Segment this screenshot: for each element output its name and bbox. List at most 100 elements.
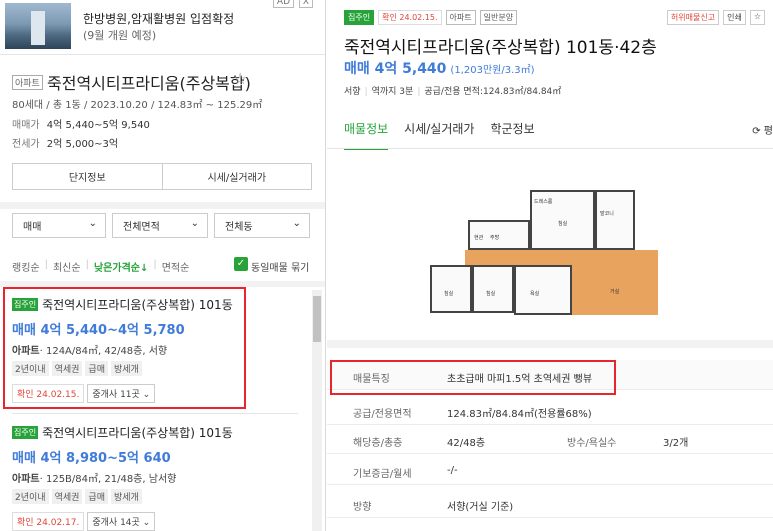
group-checkbox[interactable]: ✓ bbox=[234, 257, 248, 271]
area-value: 전체면적 bbox=[123, 222, 160, 233]
list-item[interactable]: 집주인 죽전역시티프라디움(주상복합) 101동 매매 4억 8,980~5억 6… bbox=[12, 424, 302, 531]
group-checkbox-label: 동일매물 묶기 bbox=[251, 263, 310, 274]
print-button[interactable]: 인쇄 bbox=[723, 10, 746, 25]
floor-plan-label: 침실 bbox=[486, 291, 496, 297]
listing-tag: 2년이내 bbox=[12, 489, 49, 504]
detail-row-key: 해당층/총층 bbox=[353, 438, 403, 449]
listing-tags: 2년이내 역세권 급매 방세개 bbox=[12, 489, 302, 504]
confirmed-date: 확인 24.02.15. bbox=[378, 10, 442, 25]
agents-dropdown[interactable]: 중개사 14곳 ⌄ bbox=[87, 512, 156, 531]
deal-type-value: 매매 bbox=[23, 222, 42, 233]
detail-panel: 집주인 확인 24.02.15. 아파트 일반분양 허위매물신고 인쇄 ☆ 죽전… bbox=[327, 0, 773, 531]
property-type-tag: 아파트 bbox=[445, 10, 476, 25]
detail-row-key: 공급/전용면적 bbox=[353, 409, 412, 420]
detail-meta: 서향 | 역까지 3분 | 공급/전용 면적:124.83㎡/84.84㎡ bbox=[344, 84, 561, 97]
detail-price: 매매 4억 5,440 (1,203만원/3.3㎡) bbox=[344, 58, 535, 78]
chevron-down-icon: ⌄ bbox=[190, 218, 199, 229]
detail-row-value: -/- bbox=[447, 465, 458, 476]
chevron-down-icon: ⌄ bbox=[88, 218, 97, 229]
favorite-star-icon[interactable]: ☆ bbox=[233, 69, 247, 88]
floor-plan-room bbox=[472, 265, 514, 313]
listing-spec-type: 아파트 bbox=[12, 474, 40, 485]
favorite-star-icon[interactable]: ☆ bbox=[749, 10, 765, 25]
area-select[interactable]: 전체면적 ⌄ bbox=[112, 213, 208, 238]
floor-plan-room bbox=[595, 190, 635, 250]
meta-separator: | bbox=[364, 87, 368, 97]
sort-separator: | bbox=[44, 259, 48, 270]
scrollbar-thumb[interactable] bbox=[313, 296, 321, 342]
meta-separator: | bbox=[417, 87, 421, 97]
meta-station: 역까지 3분 bbox=[371, 87, 414, 97]
sale-price-row: 매매가 4억 5,440~5억 9,540 bbox=[12, 116, 150, 131]
complex-type-tag: 아파트 bbox=[12, 75, 43, 90]
floor-plan-label: 발코니 bbox=[600, 211, 614, 217]
owner-badge: 집주인 bbox=[344, 10, 375, 25]
complex-button-row: 단지정보 시세/실거래가 bbox=[12, 163, 312, 190]
complex-info-button[interactable]: 단지정보 bbox=[13, 164, 162, 189]
detail-title: 죽전역시티프라디움(주상복합) 101동·42층 bbox=[344, 38, 657, 58]
chevron-down-icon: ⌄ bbox=[292, 218, 301, 229]
jeonse-price-row: 전세가 2억 5,000~3억 bbox=[12, 135, 118, 150]
complex-name: 죽전역시티프라디움(주상복합) bbox=[47, 74, 251, 93]
sort-area[interactable]: 면적순 bbox=[162, 259, 190, 274]
detail-tags: 집주인 확인 24.02.15. 아파트 일반분양 bbox=[344, 10, 518, 25]
sort-low-price[interactable]: 낮은가격순↓ bbox=[94, 259, 148, 274]
confirmed-date: 확인 24.02.17. bbox=[12, 512, 85, 531]
market-price-button[interactable]: 시세/실거래가 bbox=[161, 164, 312, 189]
detail-row-value: 서향(거실 기준) bbox=[447, 502, 514, 513]
sort-latest[interactable]: 최신순 bbox=[53, 259, 81, 274]
listing-footer: 확인 24.02.17. 중개사 14곳 ⌄ bbox=[12, 512, 302, 531]
detail-row-area: 공급/전용면적 124.83㎡/84.84㎡(전용률68%) bbox=[327, 395, 773, 425]
list-separator bbox=[12, 413, 298, 414]
floor-plan-label: 욕실 bbox=[530, 291, 540, 297]
highlight-box bbox=[3, 287, 246, 409]
report-button[interactable]: 허위매물신고 bbox=[666, 10, 720, 25]
listing-spec: 아파트· 125B/84㎡, 21/48층, 남서향 bbox=[12, 470, 302, 485]
ad-image bbox=[5, 3, 71, 49]
listing-price: 매매 4억 8,980~5억 640 bbox=[12, 451, 171, 466]
ad-badge: AD bbox=[272, 0, 294, 8]
section-divider bbox=[327, 340, 773, 348]
section-divider bbox=[0, 202, 325, 209]
highlight-box bbox=[330, 360, 616, 395]
floor-plan-image[interactable]: 침실 침실 침실 거실 주방 현관 욕실 드레스룸 발코니 bbox=[430, 190, 658, 315]
tab-school-info[interactable]: 학군정보 bbox=[490, 120, 534, 150]
complex-info: 80세대 / 총 1동 / 2023.10.20 / 124.83㎡ ~ 125… bbox=[12, 100, 263, 111]
floor-plan-label: 주방 bbox=[490, 235, 500, 241]
listing-tag: 방세개 bbox=[110, 489, 142, 504]
tab-market-price[interactable]: 시세/실거래가 bbox=[404, 120, 474, 150]
ad-title: 한방병원,암재활병원 입점확정 bbox=[83, 12, 235, 26]
app-root: 한방병원,암재활병원 입점확정 (9월 개원 예정) AD X 아파트 죽전역시… bbox=[0, 0, 773, 531]
sale-type-tag: 일반분양 bbox=[479, 10, 518, 25]
sort-bar: 랭킹순 | 최신순 | 낮은가격순↓ | 면적순 bbox=[12, 259, 194, 274]
detail-row-value: 124.83㎡/84.84㎡(전용률68%) bbox=[447, 409, 592, 420]
sort-separator: | bbox=[85, 259, 89, 270]
ad-close-button[interactable]: X bbox=[298, 0, 313, 8]
scrollbar[interactable] bbox=[312, 290, 322, 531]
sort-separator: | bbox=[153, 259, 157, 270]
tab-listing-info[interactable]: 매물정보 bbox=[344, 120, 389, 150]
floor-plan-label: 침실 bbox=[558, 221, 568, 227]
dong-select[interactable]: 전체동 ⌄ bbox=[214, 213, 310, 238]
detail-row-floor: 해당층/총층 42/48층 방수/욕실수 3/2개 bbox=[327, 424, 773, 454]
deal-type-select[interactable]: 매매 ⌄ bbox=[12, 213, 106, 238]
detail-row-key: 방향 bbox=[353, 502, 372, 513]
detail-price-value: 매매 4억 5,440 bbox=[344, 61, 447, 77]
sale-price-value: 4억 5,440~5억 9,540 bbox=[46, 120, 150, 131]
meta-area: 공급/전용 면적:124.83㎡/84.84㎡ bbox=[424, 87, 562, 97]
unit-toggle-button[interactable]: ⟳ 평 bbox=[752, 122, 773, 137]
jeonse-price-value: 2억 5,000~3억 bbox=[46, 139, 119, 150]
detail-row-direction: 방향 서향(거실 기준) bbox=[327, 488, 773, 518]
tab-underline bbox=[327, 148, 773, 149]
detail-row-value: 3/2개 bbox=[663, 438, 689, 449]
sort-ranking[interactable]: 랭킹순 bbox=[12, 259, 40, 274]
listing-title: 죽전역시티프라디움(주상복합) 101동 bbox=[42, 426, 233, 440]
sale-price-label: 매매가 bbox=[12, 120, 40, 131]
detail-row-key: 방수/욕실수 bbox=[567, 438, 617, 449]
dong-value: 전체동 bbox=[225, 222, 253, 233]
floor-plan-room bbox=[430, 265, 472, 313]
floor-plan-label: 현관 bbox=[474, 235, 484, 241]
detail-row-key: 기보증금/월세 bbox=[353, 469, 412, 480]
ad-banner[interactable]: 한방병원,암재활병원 입점확정 (9월 개원 예정) AD X bbox=[0, 0, 325, 55]
meta-direction: 서향 bbox=[344, 87, 361, 97]
